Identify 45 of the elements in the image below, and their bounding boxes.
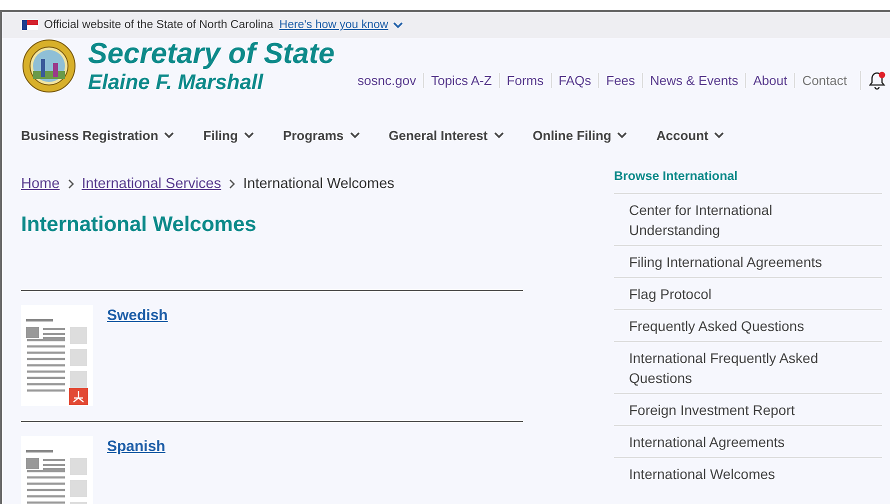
utility-link[interactable]: Forms [498,73,551,88]
utility-link[interactable]: News & Events [642,73,746,88]
nav-menu-button[interactable]: Programs [282,128,360,142]
breadcrumb-link[interactable]: Home [21,176,60,192]
sidebar-heading: Browse International [614,168,739,185]
chevron-down-icon [244,132,254,138]
nav-menu-button[interactable]: Online Filing [532,128,628,142]
utility-link[interactable]: sosnc.gov [350,73,424,88]
page-title: International Welcomes [21,213,258,237]
utility-link[interactable]: Contact [794,73,854,88]
chevron-down-icon [714,132,724,138]
utility-link[interactable]: FAQs [550,73,598,88]
how-you-know-link[interactable]: Here's how you know [279,19,404,31]
chevron-down-icon [350,132,360,138]
flag-icon [22,20,38,30]
state-seal-drawing [22,39,76,93]
document-link[interactable]: Spanish [107,438,166,455]
sidebar-link[interactable]: Foreign Investment Report [614,393,882,425]
chevron-down-icon [617,132,628,138]
sidebar-link[interactable]: Center for International Understanding [614,193,882,245]
nav-menu-button[interactable]: Account [656,128,724,142]
document-link[interactable]: Swedish [107,307,168,324]
site-title[interactable]: Secretary of State [88,40,335,68]
breadcrumb-current: International Welcomes [243,176,394,192]
site-subtitle: Elaine F. Marshall [88,72,264,92]
official-website-text: Official website of the State of North Carolina [44,19,274,31]
chevron-down-icon [393,22,404,28]
chevron-down-icon [164,132,174,138]
nav-menu-button[interactable]: Filing [203,128,254,142]
breadcrumb-link[interactable]: International Services [82,176,222,192]
sidebar-link[interactable]: International Agreements [614,425,882,457]
chevron-right-icon [68,179,74,189]
sidebar-link[interactable]: International Frequently Asked Questions [614,341,882,393]
utility-link[interactable]: Topics A-Z [423,73,499,88]
chevron-right-icon [229,179,236,189]
notification-bell-icon[interactable] [869,71,886,90]
sidebar-link[interactable]: Frequently Asked Questions [614,309,882,341]
sidebar-link[interactable]: Filing International Agreements [614,245,882,277]
utility-link[interactable]: Fees [598,73,642,88]
nav-menu-button[interactable]: Business Registration [21,128,174,142]
sidebar-link[interactable]: Flag Protocol [614,277,882,309]
chevron-down-icon [494,132,504,138]
utility-link[interactable]: About [745,73,794,88]
nav-menu-button[interactable]: General Interest [388,128,504,142]
sidebar-link[interactable]: International Welcomes [614,457,882,489]
